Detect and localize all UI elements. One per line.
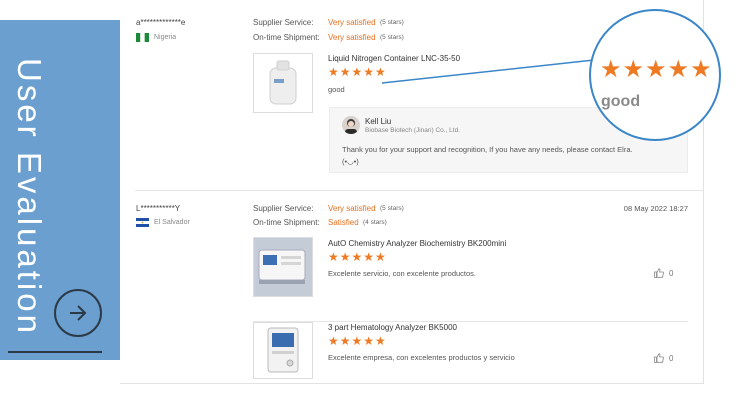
reviewer-country: Nigeria (136, 33, 176, 42)
supplier-service-stars: (5 stars) (380, 19, 404, 26)
product-name[interactable]: 3 part Hematology Analyzer BK5000 (328, 323, 457, 332)
review-comment: Excelente empresa, con excelentes produc… (328, 353, 515, 362)
reply-author-company: Biobase Biotech (Jinan) Co., Ltd. (365, 127, 461, 134)
supplier-service-label: Supplier Service: (253, 204, 314, 213)
zoom-comment: good (601, 93, 641, 110)
country-label: Nigeria (154, 34, 177, 41)
review-item: L***********Y El Salvador Supplier Servi… (120, 190, 704, 384)
reply-author-name: Kell Liu (365, 117, 392, 126)
side-panel-title: User Evaluation (11, 58, 48, 336)
country-label: El Salvador (154, 219, 190, 226)
product-rating-stars: ★★★★★ (328, 250, 387, 264)
product-image[interactable] (253, 53, 313, 113)
zoom-magnifier: ★★★★★ good (589, 9, 721, 141)
side-panel: User Evaluation (0, 20, 121, 360)
hematology-analyzer-image (267, 327, 299, 373)
like-count: 0 (669, 353, 674, 363)
reviewer-name: a*************e (136, 18, 186, 27)
shipment-stars: (5 stars) (380, 34, 404, 41)
shipment-value: Satisfied (328, 218, 359, 227)
product-image[interactable] (253, 322, 313, 379)
supplier-service-value: Very satisfied (328, 18, 376, 27)
supplier-service-stars: (5 stars) (380, 205, 404, 212)
supplier-service-value: Very satisfied (328, 204, 376, 213)
product-name[interactable]: Liquid Nitrogen Container LNC-35-50 (328, 54, 460, 63)
like-count: 0 (669, 268, 674, 278)
like-button[interactable]: 0 (654, 268, 673, 278)
reply-message: Thank you for your support and recogniti… (342, 145, 633, 154)
avatar (342, 116, 360, 134)
chemistry-analyzer-image (254, 238, 312, 296)
review-comment: good (328, 85, 345, 94)
review-date: 08 May 2022 18:27 (623, 204, 688, 213)
user-avatar-icon (345, 119, 357, 134)
reviewer-name: L***********Y (136, 204, 181, 213)
review-comment: Excelente servicio, con excelente produc… (328, 269, 476, 278)
arrow-right-icon (70, 305, 87, 321)
shipment-stars: (4 stars) (363, 219, 387, 226)
product-divider (253, 321, 688, 322)
reply-text: Thank you for your support and recogniti… (342, 144, 677, 168)
like-button[interactable]: 0 (654, 353, 673, 363)
reply-emoticon: (•◡•) (342, 157, 359, 166)
thumbs-up-icon (654, 268, 664, 278)
product-rating-stars: ★★★★★ (328, 65, 387, 79)
arrow-right-button[interactable] (54, 289, 102, 337)
product-image[interactable] (253, 237, 313, 297)
divider-line (8, 351, 102, 353)
el-salvador-flag-icon (136, 218, 149, 227)
nitrogen-container-image (269, 60, 297, 105)
thumbs-up-icon (654, 353, 664, 363)
supplier-service-label: Supplier Service: (253, 18, 314, 27)
product-name[interactable]: AutO Chemistry Analyzer Biochemistry BK2… (328, 239, 506, 248)
reviewer-country: El Salvador (136, 218, 190, 227)
nigeria-flag-icon (136, 33, 149, 42)
zoom-rating-stars: ★★★★★ (600, 56, 713, 83)
shipment-value: Very satisfied (328, 33, 376, 42)
shipment-label: On-time Shipment: (253, 33, 320, 42)
product-rating-stars: ★★★★★ (328, 334, 387, 348)
shipment-label: On-time Shipment: (253, 218, 320, 227)
